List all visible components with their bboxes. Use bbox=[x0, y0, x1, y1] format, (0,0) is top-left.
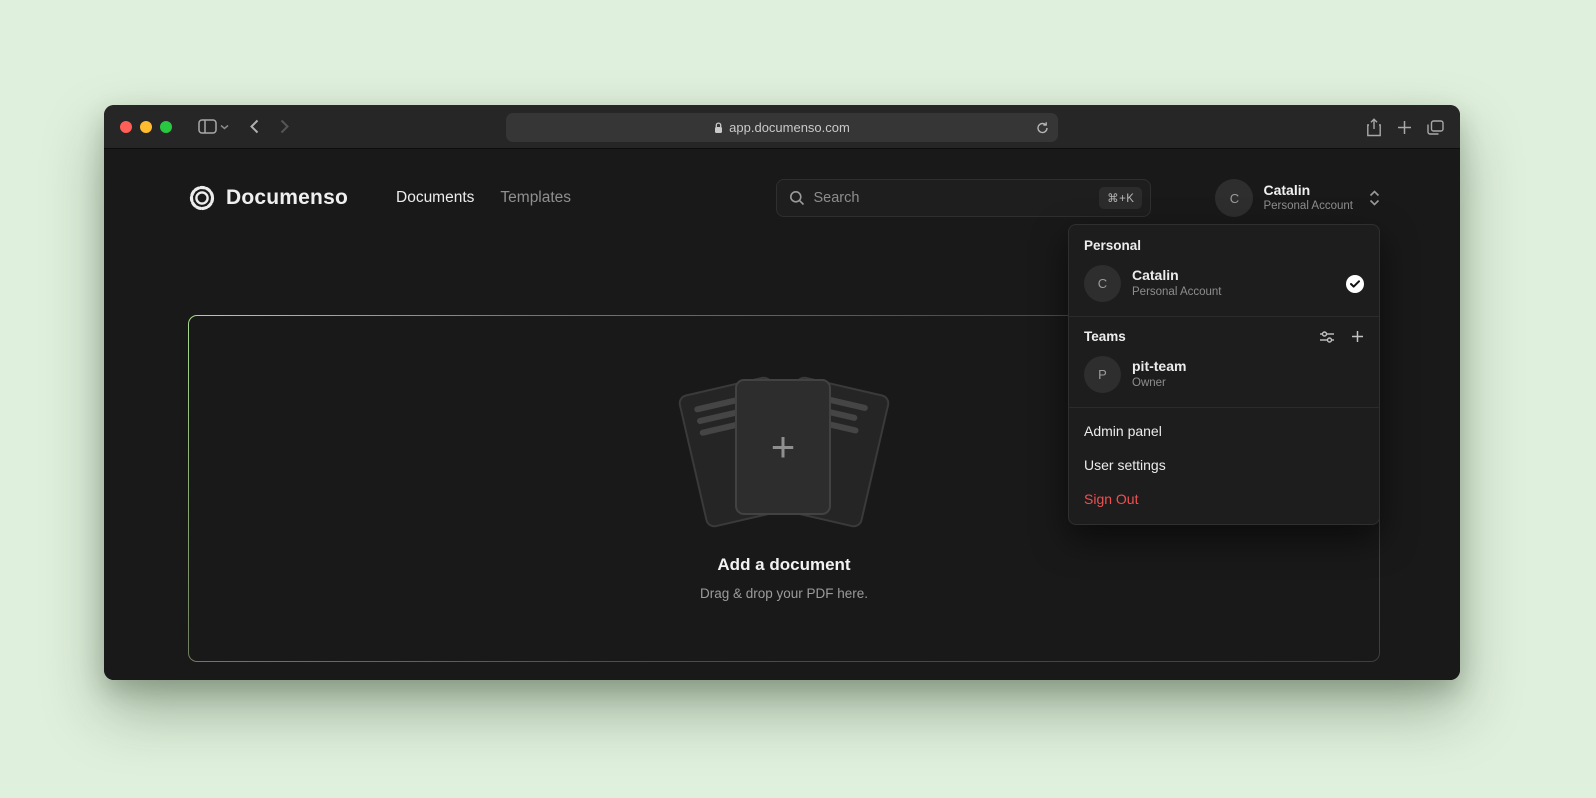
account-name: Catalin bbox=[1263, 182, 1353, 199]
team-item[interactable]: P pit-team Owner bbox=[1069, 352, 1379, 407]
menu-item-sign-out[interactable]: Sign Out bbox=[1069, 482, 1379, 516]
create-team-plus-icon[interactable] bbox=[1351, 330, 1364, 343]
teams-section-label: Teams bbox=[1084, 329, 1319, 344]
main-nav: Documents Templates bbox=[396, 189, 571, 207]
personal-account-item[interactable]: C Catalin Personal Account bbox=[1069, 261, 1379, 316]
browser-titlebar: app.documenso.com bbox=[104, 105, 1460, 149]
browser-window: app.documenso.com bbox=[104, 105, 1460, 680]
personal-name: Catalin bbox=[1132, 267, 1335, 285]
chevron-updown-icon bbox=[1369, 190, 1380, 206]
nav-templates[interactable]: Templates bbox=[500, 189, 571, 207]
minimize-window-button[interactable] bbox=[140, 121, 152, 133]
personal-section-label: Personal bbox=[1069, 225, 1379, 261]
dropzone-subtitle: Drag & drop your PDF here. bbox=[700, 586, 868, 601]
documents-illustration: + bbox=[679, 377, 889, 527]
share-icon[interactable] bbox=[1366, 118, 1382, 137]
team-name: pit-team bbox=[1132, 358, 1364, 376]
lock-icon bbox=[714, 122, 723, 134]
selected-check-icon bbox=[1346, 275, 1364, 293]
zoom-window-button[interactable] bbox=[160, 121, 172, 133]
sidebar-toggle-icon[interactable] bbox=[194, 115, 220, 139]
account-avatar: C bbox=[1215, 179, 1253, 217]
brand-name: Documenso bbox=[226, 186, 348, 210]
brand[interactable]: Documenso bbox=[188, 184, 348, 212]
personal-subtitle: Personal Account bbox=[1132, 285, 1335, 300]
dropzone-title: Add a document bbox=[717, 555, 850, 575]
account-subtitle: Personal Account bbox=[1263, 199, 1353, 214]
account-menu-trigger[interactable]: C Catalin Personal Account bbox=[1215, 179, 1380, 217]
personal-avatar: C bbox=[1084, 265, 1121, 302]
menu-item-user-settings[interactable]: User settings bbox=[1069, 448, 1379, 482]
team-avatar: P bbox=[1084, 356, 1121, 393]
url-text: app.documenso.com bbox=[729, 120, 850, 135]
address-bar[interactable]: app.documenso.com bbox=[506, 113, 1058, 142]
manage-teams-icon[interactable] bbox=[1319, 330, 1335, 344]
add-document-plus-icon: + bbox=[771, 426, 796, 468]
nav-documents[interactable]: Documents bbox=[396, 189, 474, 207]
search-icon bbox=[789, 190, 805, 206]
menu-item-admin-panel[interactable]: Admin panel bbox=[1069, 414, 1379, 448]
search-input[interactable] bbox=[813, 190, 1091, 206]
sidebar-chevron-down-icon[interactable] bbox=[220, 124, 229, 130]
team-role: Owner bbox=[1132, 376, 1364, 391]
search-shortcut-badge: ⌘+K bbox=[1099, 187, 1142, 209]
close-window-button[interactable] bbox=[120, 121, 132, 133]
illustration-card-center: + bbox=[735, 379, 831, 515]
refresh-icon[interactable] bbox=[1036, 121, 1049, 134]
documenso-logo-icon bbox=[188, 184, 216, 212]
search-box[interactable]: ⌘+K bbox=[776, 179, 1151, 217]
tab-overview-icon[interactable] bbox=[1427, 120, 1444, 135]
back-icon[interactable] bbox=[241, 115, 267, 139]
account-dropdown: Personal C Catalin Personal Account Team… bbox=[1068, 224, 1380, 525]
new-tab-icon[interactable] bbox=[1397, 120, 1412, 135]
forward-icon[interactable] bbox=[271, 115, 297, 139]
traffic-lights bbox=[120, 121, 172, 133]
